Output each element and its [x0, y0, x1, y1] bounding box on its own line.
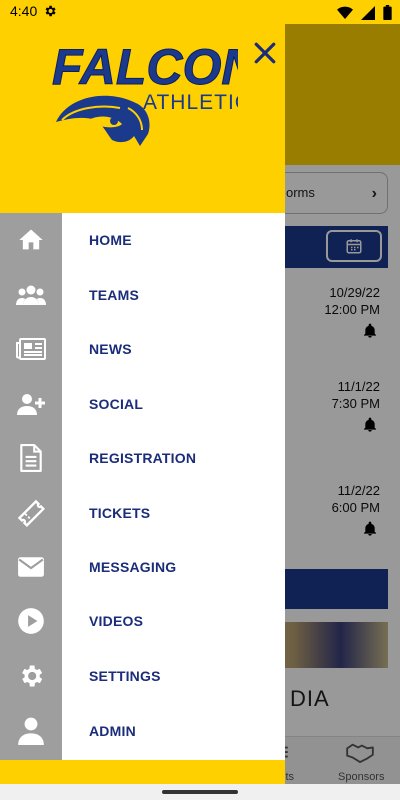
logo-subtitle: ATHLETICS	[143, 91, 238, 114]
menu-item-admin[interactable]: ADMIN	[62, 704, 285, 758]
menu-item-label: VIDEOS	[89, 613, 144, 629]
messaging-icon[interactable]	[0, 540, 62, 594]
settings-status-icon	[45, 5, 56, 17]
logo-title: FALCON	[52, 39, 238, 95]
menu-item-tickets[interactable]: TICKETS	[62, 486, 285, 540]
wifi-icon	[337, 6, 353, 19]
falcon-athletics-logo: FALCON ATHLETICS	[48, 36, 265, 171]
menu-item-label: REGISTRATION	[89, 450, 197, 466]
menu-item-label: MESSAGING	[89, 559, 177, 575]
drawer-menu: HOME TEAMS NEWS SOCIAL REGISTRATION TICK…	[62, 213, 285, 760]
signal-icon	[361, 5, 375, 20]
menu-item-label: ADMIN	[89, 723, 136, 739]
videos-icon[interactable]	[0, 594, 62, 648]
menu-item-label: NEWS	[89, 341, 132, 357]
menu-item-label: SETTINGS	[89, 668, 161, 684]
tickets-icon[interactable]	[0, 486, 62, 540]
system-nav-bar	[0, 784, 400, 800]
drawer-header: FALCON ATHLETICS	[0, 24, 285, 213]
icon-rail	[0, 213, 62, 760]
menu-item-label: HOME	[89, 232, 132, 248]
close-icon[interactable]	[250, 38, 280, 68]
battery-icon	[383, 5, 392, 20]
news-icon[interactable]	[0, 322, 62, 376]
menu-item-messaging[interactable]: MESSAGING	[62, 540, 285, 594]
home-gesture-handle[interactable]	[162, 790, 238, 794]
menu-item-home[interactable]: HOME	[62, 213, 285, 267]
menu-item-teams[interactable]: TEAMS	[62, 268, 285, 322]
status-time: 4:40	[10, 3, 38, 19]
menu-item-label: SOCIAL	[89, 396, 144, 412]
falcon-logo-icon: FALCON ATHLETICS	[52, 39, 265, 146]
admin-icon[interactable]	[0, 704, 62, 758]
menu-item-videos[interactable]: VIDEOS	[62, 594, 285, 648]
navigation-drawer: FALCON ATHLETICS	[0, 24, 285, 784]
teams-icon[interactable]	[0, 268, 62, 322]
menu-item-social[interactable]: SOCIAL	[62, 377, 285, 431]
drawer-footer	[0, 760, 285, 784]
menu-item-registration[interactable]: REGISTRATION	[62, 431, 285, 485]
status-bar: 4:40	[0, 0, 400, 24]
menu-item-label: TICKETS	[89, 505, 151, 521]
settings-icon[interactable]	[0, 649, 62, 703]
menu-item-settings[interactable]: SETTINGS	[62, 649, 285, 703]
social-icon[interactable]	[0, 377, 62, 431]
menu-item-news[interactable]: NEWS	[62, 322, 285, 376]
home-icon[interactable]	[0, 213, 62, 267]
menu-item-label: TEAMS	[89, 287, 139, 303]
registration-icon[interactable]	[0, 431, 62, 485]
